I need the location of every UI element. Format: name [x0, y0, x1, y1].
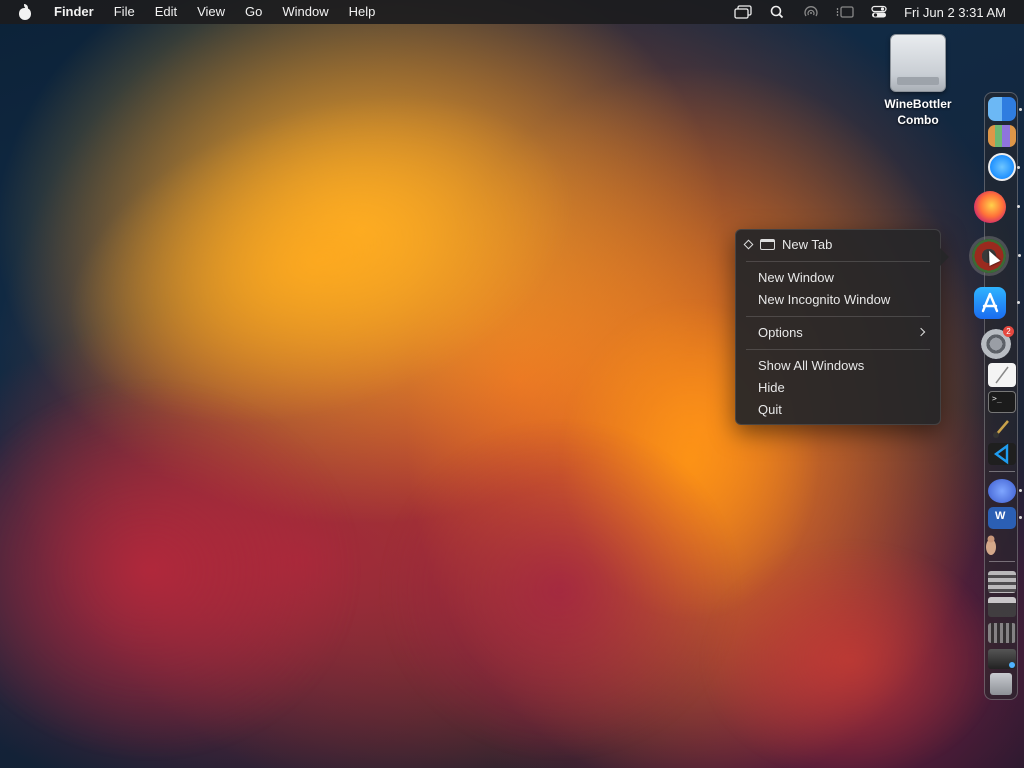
finder-icon[interactable]	[988, 97, 1022, 121]
control-center-icon[interactable]	[870, 5, 888, 19]
terminal-icon[interactable]: >_	[988, 391, 1016, 413]
screenshot-thumbnail-icon[interactable]	[988, 623, 1016, 643]
downloads-stack-icon[interactable]	[988, 649, 1016, 669]
diamond-icon	[743, 239, 754, 250]
menu-item-show-all-windows[interactable]: Show All Windows	[736, 355, 940, 377]
vscode-icon[interactable]	[988, 443, 1016, 465]
app-store-icon[interactable]	[974, 287, 1020, 319]
external-drive-icon[interactable]	[890, 34, 946, 92]
chevron-right-icon	[916, 327, 926, 337]
launchpad-icon[interactable]	[988, 125, 1016, 147]
menu-item-new-tab[interactable]: New Tab	[736, 234, 940, 256]
menu-separator	[746, 316, 930, 317]
menu-window[interactable]: Window	[272, 0, 338, 24]
brush-icon[interactable]	[988, 417, 1016, 439]
teams-icon[interactable]	[988, 479, 1022, 503]
menu-edit[interactable]: Edit	[145, 0, 187, 24]
trash-icon[interactable]	[990, 673, 1012, 695]
dock-context-menu: New Tab New Window New Incognito Window …	[735, 229, 949, 425]
new-incognito-label: New Incognito Window	[758, 292, 891, 307]
menu-file[interactable]: File	[104, 0, 145, 24]
menu-item-options[interactable]: Options	[736, 322, 940, 344]
drive-label-line2: Combo	[897, 113, 939, 127]
screen-mirroring-icon[interactable]	[734, 5, 752, 19]
menu-separator	[746, 261, 930, 262]
dock-separator	[989, 471, 1015, 472]
menu-item-hide[interactable]: Hide	[736, 377, 940, 399]
system-settings-icon[interactable]: 2	[981, 326, 1014, 359]
menu-item-new-window[interactable]: New Window	[736, 267, 940, 289]
folder-thumbnail-icon[interactable]	[988, 571, 1016, 593]
window-icon	[760, 239, 775, 250]
desktop-drive-label: WineBottler Combo	[884, 96, 951, 128]
dock-separator-2	[989, 561, 1015, 562]
menu-bar: Finder File Edit View Go Window Help Fri…	[0, 0, 1024, 24]
menu-view[interactable]: View	[187, 0, 235, 24]
safari-icon[interactable]	[988, 153, 1020, 181]
document-thumbnail-icon[interactable]	[988, 597, 1016, 617]
apple-menu-icon[interactable]	[18, 4, 32, 20]
search-icon[interactable]	[768, 5, 786, 19]
new-tab-label: New Tab	[782, 237, 833, 252]
desktop-drive-item[interactable]: WineBottler Combo	[868, 34, 968, 128]
stage-manager-icon[interactable]	[836, 5, 854, 19]
quit-label: Quit	[758, 402, 782, 417]
menu-item-new-incognito-window[interactable]: New Incognito Window	[736, 289, 940, 311]
menu-clock[interactable]: Fri Jun 2 3:31 AM	[904, 5, 1006, 20]
menu-app-name[interactable]: Finder	[44, 0, 104, 24]
menu-item-quit[interactable]: Quit	[736, 399, 940, 421]
menu-go[interactable]: Go	[235, 0, 272, 24]
word-icon[interactable]: W	[988, 507, 1022, 529]
airdrop-icon[interactable]	[802, 5, 820, 19]
textedit-icon[interactable]	[988, 363, 1016, 387]
settings-badge: 2	[1003, 326, 1014, 337]
drive-label-line1: WineBottler	[884, 97, 952, 111]
hide-label: Hide	[758, 380, 785, 395]
firefox-icon[interactable]	[974, 191, 1020, 223]
show-all-label: Show All Windows	[758, 358, 865, 373]
menu-help[interactable]: Help	[339, 0, 386, 24]
dock: 2 >_ W	[972, 92, 1022, 700]
character-icon[interactable]	[981, 533, 1009, 557]
options-label: Options	[758, 325, 803, 340]
new-window-label: New Window	[758, 270, 834, 285]
menu-separator	[746, 349, 930, 350]
